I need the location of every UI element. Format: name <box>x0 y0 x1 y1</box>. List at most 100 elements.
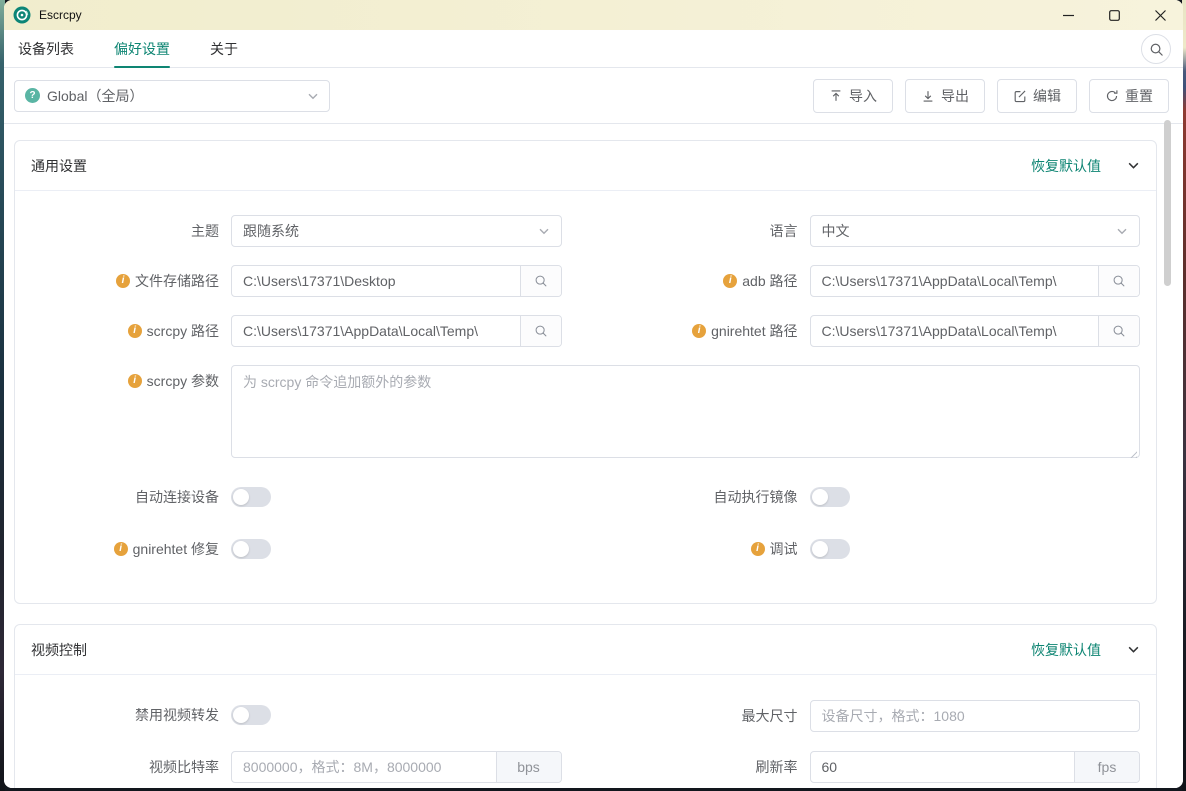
form-item-auto-connect: 自动连接设备 <box>31 481 562 513</box>
disable-video-label: 禁用视频转发 <box>135 699 219 731</box>
form-item-auto-mirror: 自动执行镜像 <box>610 481 1141 513</box>
scrcpy-path-browse-button[interactable] <box>520 316 561 346</box>
scope-select-value: Global（全局） <box>47 86 300 106</box>
form-item-max-size: 最大尺寸 <box>610 699 1141 733</box>
form-item-language: 语言 中文 <box>610 215 1141 247</box>
gnirehtet-path-input[interactable] <box>822 323 1088 339</box>
refresh-icon <box>1105 89 1119 103</box>
scope-select[interactable]: ? Global（全局） <box>14 80 330 112</box>
gnirehtet-path-label: gnirehtet 路径 <box>711 315 797 347</box>
export-button[interactable]: 导出 <box>905 79 985 113</box>
close-icon <box>1155 10 1166 21</box>
maximize-button[interactable] <box>1091 0 1137 30</box>
scrcpy-args-label: scrcpy 参数 <box>147 365 219 397</box>
scrcpy-path-input[interactable] <box>243 323 509 339</box>
auto-mirror-switch[interactable] <box>810 487 850 507</box>
section-video: 视频控制 恢复默认值 禁用视频转发 最大尺寸 <box>14 624 1157 788</box>
disable-video-switch[interactable] <box>231 705 271 725</box>
edit-button[interactable]: 编辑 <box>997 79 1077 113</box>
file-path-browse-button[interactable] <box>520 266 561 296</box>
minimize-icon <box>1063 10 1074 21</box>
chevron-down-icon <box>538 225 550 237</box>
minimize-button[interactable] <box>1045 0 1091 30</box>
adb-path-browse-button[interactable] <box>1098 266 1139 296</box>
scrcpy-args-textarea[interactable] <box>231 365 1140 458</box>
search-button[interactable] <box>1141 34 1171 64</box>
tab-device-list-label: 设备列表 <box>18 39 74 59</box>
language-label: 语言 <box>770 215 798 247</box>
max-size-label: 最大尺寸 <box>742 700 798 732</box>
settings-scroll-area[interactable]: 通用设置 恢复默认值 主题 跟随系统 语言 中文 <box>4 124 1183 788</box>
gnirehtet-path-browse-button[interactable] <box>1098 316 1139 346</box>
search-icon <box>1149 42 1164 57</box>
search-icon <box>534 274 548 288</box>
section-title: 通用设置 <box>31 156 87 176</box>
max-size-input[interactable] <box>822 708 1129 724</box>
theme-select-value: 跟随系统 <box>243 221 538 241</box>
tab-about[interactable]: 关于 <box>210 30 238 67</box>
gnirehtet-fix-label: gnirehtet 修复 <box>133 533 219 565</box>
reset-button-label: 重置 <box>1125 86 1153 106</box>
bitrate-label: 视频比特率 <box>149 751 219 783</box>
info-icon: i <box>116 274 130 288</box>
form-item-bitrate: 视频比特率 bps <box>31 751 562 783</box>
reset-button[interactable]: 重置 <box>1089 79 1169 113</box>
form-item-debug: i 调试 <box>610 533 1141 565</box>
section-video-header[interactable]: 视频控制 恢复默认值 <box>15 625 1156 675</box>
restore-defaults-link[interactable]: 恢复默认值 <box>1031 156 1101 176</box>
scrollbar-thumb[interactable] <box>1164 120 1171 286</box>
search-icon <box>1112 274 1126 288</box>
import-button[interactable]: 导入 <box>813 79 893 113</box>
file-path-input[interactable] <box>243 273 509 289</box>
info-icon: i <box>723 274 737 288</box>
info-icon: i <box>128 324 142 338</box>
theme-select[interactable]: 跟随系统 <box>231 215 562 247</box>
tab-device-list[interactable]: 设备列表 <box>18 30 74 67</box>
theme-label: 主题 <box>191 215 219 247</box>
tab-bar: 设备列表 偏好设置 关于 <box>4 30 1183 68</box>
form-item-theme: 主题 跟随系统 <box>31 215 562 247</box>
info-icon: i <box>751 542 765 556</box>
app-window: Escrcpy 设备列表 偏好设置 关于 ? Global（全局） 导入 <box>4 0 1183 788</box>
section-general-header[interactable]: 通用设置 恢复默认值 <box>15 141 1156 191</box>
debug-switch[interactable] <box>810 539 850 559</box>
fps-input[interactable] <box>822 759 1064 775</box>
tab-preferences[interactable]: 偏好设置 <box>114 30 170 67</box>
auto-connect-label: 自动连接设备 <box>135 481 219 513</box>
auto-mirror-label: 自动执行镜像 <box>714 481 798 513</box>
download-icon <box>921 89 935 103</box>
info-icon: i <box>692 324 706 338</box>
debug-label: 调试 <box>770 533 798 565</box>
maximize-icon <box>1109 10 1120 21</box>
edit-icon <box>1013 89 1027 103</box>
gnirehtet-fix-switch[interactable] <box>231 539 271 559</box>
info-icon: i <box>114 542 128 556</box>
section-video-body: 禁用视频转发 最大尺寸 视频比特率 bps <box>15 675 1156 788</box>
tab-preferences-label: 偏好设置 <box>114 39 170 59</box>
form-item-adb-path: iadb 路径 <box>610 265 1141 297</box>
question-icon: ? <box>25 88 40 103</box>
language-select[interactable]: 中文 <box>810 215 1141 247</box>
close-button[interactable] <box>1137 0 1183 30</box>
collapse-chevron-icon[interactable] <box>1127 159 1140 172</box>
bitrate-unit: bps <box>496 752 561 782</box>
window-titlebar: Escrcpy <box>4 0 1183 30</box>
auto-connect-switch[interactable] <box>231 487 271 507</box>
section-general-body: 主题 跟随系统 语言 中文 i 文件存储路径 <box>15 191 1156 603</box>
chevron-down-icon <box>1116 225 1128 237</box>
search-icon <box>534 324 548 338</box>
collapse-chevron-icon[interactable] <box>1127 643 1140 656</box>
info-icon: i <box>128 374 142 388</box>
export-button-label: 导出 <box>941 86 969 106</box>
search-icon <box>1112 324 1126 338</box>
form-item-fps: 刷新率 fps <box>610 751 1141 783</box>
chevron-down-icon <box>307 90 319 102</box>
file-path-label: 文件存储路径 <box>135 265 219 297</box>
upload-icon <box>829 89 843 103</box>
fps-unit: fps <box>1074 752 1139 782</box>
bitrate-input[interactable] <box>243 759 485 775</box>
section-title: 视频控制 <box>31 640 87 660</box>
restore-defaults-link[interactable]: 恢复默认值 <box>1031 640 1101 660</box>
adb-path-input[interactable] <box>822 273 1088 289</box>
section-general: 通用设置 恢复默认值 主题 跟随系统 语言 中文 <box>14 140 1157 604</box>
